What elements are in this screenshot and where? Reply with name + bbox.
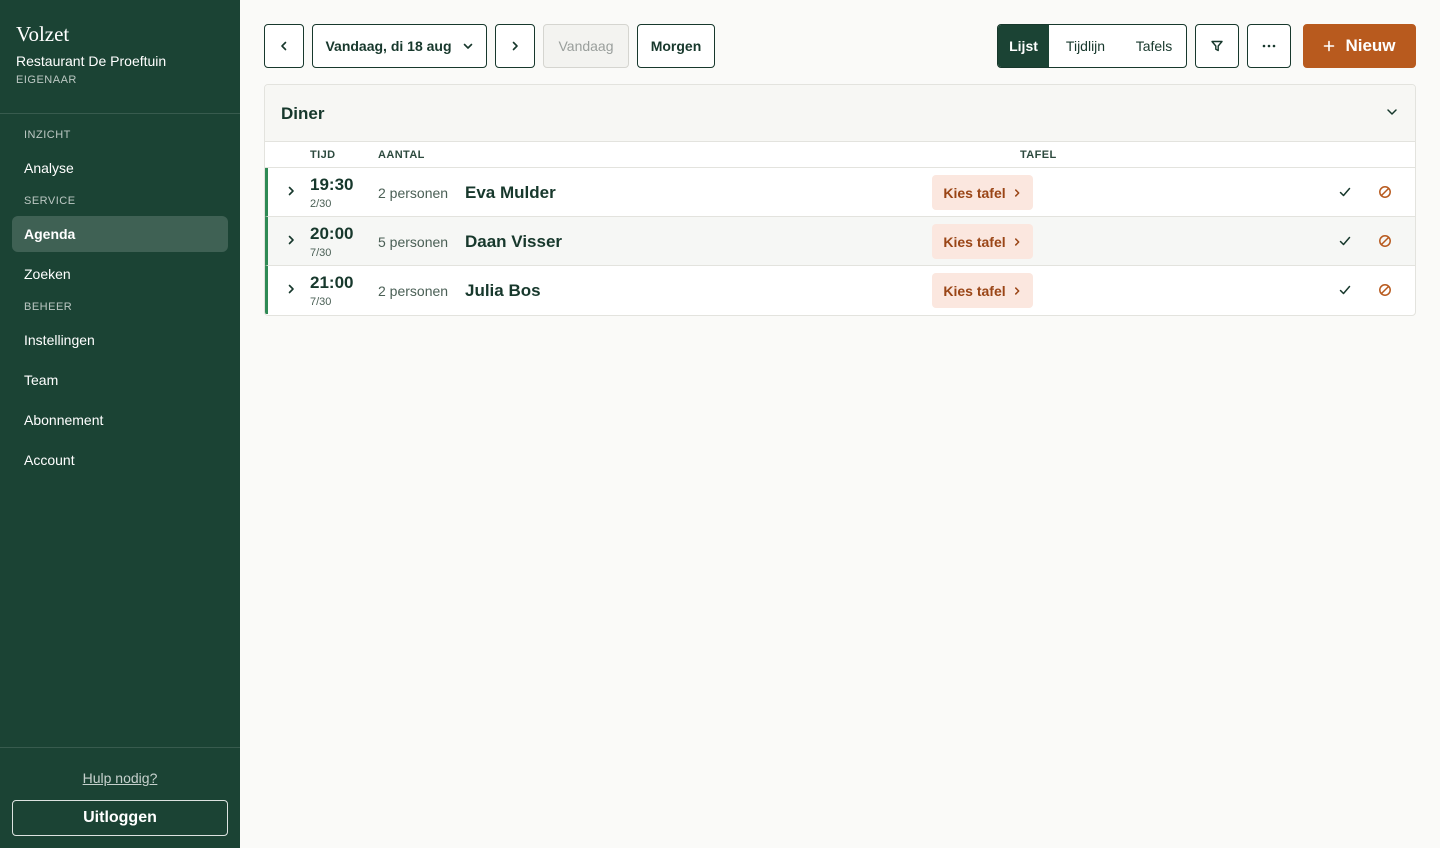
sidebar-item-account[interactable]: Account xyxy=(12,442,228,478)
guest-name[interactable]: Daan Visser xyxy=(465,232,562,252)
reservation-slot: 7/30 xyxy=(310,247,332,259)
view-tab-tafels[interactable]: Tafels xyxy=(1122,25,1186,67)
reservation-row[interactable]: 19:30 2/30 2 personen Eva Mulder Kies ta… xyxy=(265,168,1415,217)
nav-section-beheer: BEHEER xyxy=(24,301,73,313)
reservation-time: 21:00 xyxy=(310,273,354,292)
today-button[interactable]: Vandaag xyxy=(543,24,629,68)
sidebar-footer: Hulp nodig? Uitloggen xyxy=(0,747,240,848)
nav-section-inzicht: INZICHT xyxy=(24,129,71,141)
chevron-right-icon xyxy=(1014,286,1020,295)
sidebar-item-instellingen[interactable]: Instellingen xyxy=(12,322,228,358)
more-dots-icon xyxy=(1262,44,1276,48)
panel-header[interactable]: Diner xyxy=(265,85,1415,142)
tomorrow-button[interactable]: Morgen xyxy=(637,24,715,68)
view-switcher: Lijst Tijdlijn Tafels xyxy=(997,24,1187,68)
service-panel-diner: Diner TIJD AANTAL TAFEL 19:30 2/30 2 per… xyxy=(264,84,1416,316)
logout-button[interactable]: Uitloggen xyxy=(12,800,228,836)
chevron-right-icon[interactable] xyxy=(285,283,297,295)
panel-title: Diner xyxy=(281,104,325,123)
sidebar-item-abonnement[interactable]: Abonnement xyxy=(12,402,228,438)
choose-table-label: Kies tafel xyxy=(943,282,1006,299)
new-button-label: Nieuw xyxy=(1345,36,1396,55)
sidebar-nav: INZICHT Analyse SERVICE Agenda Zoeken BE… xyxy=(0,114,240,478)
check-icon[interactable] xyxy=(1338,234,1352,248)
chevron-right-icon xyxy=(512,41,518,51)
view-tab-tijdlijn[interactable]: Tijdlijn xyxy=(1049,25,1122,67)
check-icon[interactable] xyxy=(1338,185,1352,199)
guest-name[interactable]: Julia Bos xyxy=(465,281,541,301)
plus-icon xyxy=(1324,40,1335,52)
chevron-left-icon xyxy=(281,41,287,51)
more-options-button[interactable] xyxy=(1247,24,1291,68)
chevron-right-icon[interactable] xyxy=(285,185,297,197)
date-label: Vandaag, di 18 aug xyxy=(325,38,452,54)
nav-section-service: SERVICE xyxy=(24,195,76,207)
reservation-count: 5 personen xyxy=(378,234,449,250)
reservation-slot: 2/30 xyxy=(310,198,332,210)
sidebar-item-team[interactable]: Team xyxy=(12,362,228,398)
chevron-down-icon xyxy=(463,43,472,49)
column-table: TAFEL xyxy=(1020,149,1057,161)
filter-icon xyxy=(1211,40,1223,52)
sidebar-item-agenda[interactable]: Agenda xyxy=(12,216,228,252)
column-count: AANTAL xyxy=(378,149,425,161)
guest-name[interactable]: Eva Mulder xyxy=(465,183,556,203)
column-time: TIJD xyxy=(310,149,336,161)
sidebar-item-zoeken[interactable]: Zoeken xyxy=(12,256,228,292)
sidebar: Volzet Restaurant De Proeftuin EIGENAAR … xyxy=(0,0,240,848)
choose-table-label: Kies tafel xyxy=(943,233,1006,250)
choose-table-button[interactable]: Kies tafel xyxy=(932,175,1033,210)
help-link[interactable]: Hulp nodig? xyxy=(0,770,240,786)
brand-name: Volzet xyxy=(16,22,70,46)
reservation-row[interactable]: 21:00 7/30 2 personen Julia Bos Kies taf… xyxy=(265,266,1415,314)
choose-table-button[interactable]: Kies tafel xyxy=(932,224,1033,259)
filter-button[interactable] xyxy=(1195,24,1239,68)
choose-table-label: Kies tafel xyxy=(943,184,1006,201)
table-header: TIJD AANTAL TAFEL xyxy=(265,142,1415,168)
previous-day-button[interactable] xyxy=(264,24,304,68)
reservation-count: 2 personen xyxy=(378,283,449,299)
chevron-down-icon[interactable] xyxy=(1385,105,1399,119)
reservation-count: 2 personen xyxy=(378,185,449,201)
brand-block: Volzet Restaurant De Proeftuin EIGENAAR xyxy=(0,0,240,114)
user-role: EIGENAAR xyxy=(16,74,77,86)
reservation-slot: 7/30 xyxy=(310,296,332,308)
check-icon[interactable] xyxy=(1338,283,1352,297)
new-reservation-button[interactable]: Nieuw xyxy=(1303,24,1416,68)
chevron-right-icon xyxy=(1014,237,1020,246)
reservation-time: 20:00 xyxy=(310,224,354,243)
next-day-button[interactable] xyxy=(495,24,535,68)
reservation-row[interactable]: 20:00 7/30 5 personen Daan Visser Kies t… xyxy=(265,217,1415,266)
chevron-right-icon[interactable] xyxy=(285,234,297,246)
sidebar-item-analyse[interactable]: Analyse xyxy=(12,150,228,186)
date-picker-button[interactable]: Vandaag, di 18 aug xyxy=(312,24,487,68)
reservation-time: 19:30 xyxy=(310,175,354,194)
choose-table-button[interactable]: Kies tafel xyxy=(932,273,1033,308)
chevron-right-icon xyxy=(1014,188,1020,197)
cancel-icon[interactable] xyxy=(1378,185,1392,199)
cancel-icon[interactable] xyxy=(1378,234,1392,248)
view-tab-lijst[interactable]: Lijst xyxy=(998,25,1049,67)
restaurant-name: Restaurant De Proeftuin xyxy=(16,53,167,69)
cancel-icon[interactable] xyxy=(1378,283,1392,297)
